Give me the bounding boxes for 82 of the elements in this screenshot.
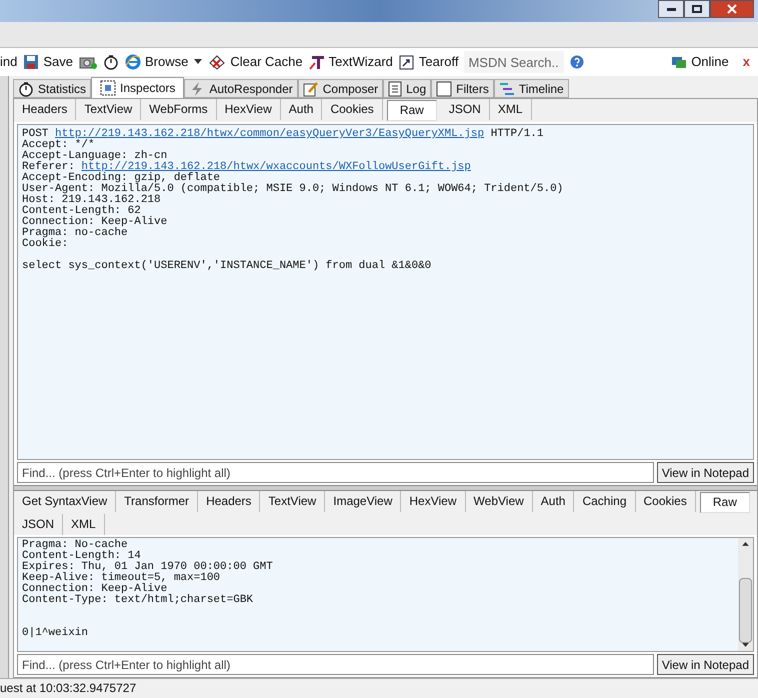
- minimize-button[interactable]: [658, 0, 684, 18]
- help-icon[interactable]: [570, 55, 584, 69]
- tab[interactable]: Cookies: [322, 99, 383, 120]
- tab[interactable]: Filters: [431, 79, 494, 98]
- tab[interactable]: Cookies: [636, 491, 696, 512]
- letter-t-icon: [308, 54, 325, 70]
- caret-icon[interactable]: [194, 59, 202, 65]
- tab[interactable]: HexView: [216, 99, 281, 120]
- tab[interactable]: HexView: [401, 491, 466, 512]
- text-line: Accept: */*: [22, 140, 95, 151]
- tab[interactable]: XML: [63, 514, 105, 535]
- grid-icon: [100, 80, 116, 96]
- text-line: Accept-Encoding: gzip, deflate: [22, 173, 220, 184]
- tab[interactable]: Transformer: [116, 491, 198, 512]
- tab[interactable]: Raw: [386, 100, 437, 121]
- find-field[interactable]: Find... (press Ctrl+Enter to highlight all): [17, 462, 654, 483]
- computer-icon: [671, 54, 688, 70]
- request-text-area[interactable]: [17, 124, 754, 460]
- tab[interactable]: Raw: [700, 492, 750, 513]
- search-field[interactable]: MSDN Search...: [464, 51, 564, 73]
- text-line: Accept-Language: zh-cn: [22, 151, 168, 162]
- tab[interactable]: JSON: [440, 99, 490, 120]
- url-link[interactable]: http://219.143.162.218/htwx/common/easyQueryVer3/EasyQueryXML.jsp: [55, 129, 484, 140]
- tab[interactable]: Caching: [574, 491, 636, 512]
- tab[interactable]: TextView: [76, 99, 142, 120]
- tab[interactable]: Headers: [198, 491, 260, 512]
- tab[interactable]: Headers: [14, 99, 76, 120]
- view-in-notepad-button[interactable]: View in Notepad: [656, 654, 754, 675]
- text-line: select sys_context('USERENV','INSTANCE_NAME') from dual &1&0&0: [22, 261, 432, 272]
- close-button[interactable]: x: [742, 52, 750, 72]
- timeline-bars-icon: [498, 80, 515, 96]
- text-line: Pragma: No-cache: [22, 540, 128, 551]
- close-button[interactable]: [710, 0, 754, 18]
- toolbar-button[interactable]: Clear Cache: [208, 52, 303, 72]
- tab[interactable]: Auth: [280, 99, 322, 120]
- tab[interactable]: Auth: [532, 491, 574, 512]
- tab[interactable]: Statistics: [13, 79, 92, 98]
- text-line: 0|1^weixin: [22, 628, 90, 639]
- tab[interactable]: TextView: [260, 491, 326, 512]
- tab[interactable]: Timeline: [494, 79, 569, 98]
- toolbar-button[interactable]: Tearoff: [398, 52, 458, 72]
- text-line: POST: [22, 129, 48, 140]
- tab[interactable]: Inspectors: [91, 77, 184, 98]
- scroll-up-icon[interactable]: [742, 542, 749, 546]
- text-line: Keep-Alive: timeout=5, max=100: [22, 573, 222, 584]
- tab[interactable]: JSON: [14, 514, 64, 535]
- text-line: Referer:: [22, 162, 75, 173]
- text-line: Content-Length: 14: [22, 551, 141, 562]
- text-line: HTTP/1.1: [490, 129, 544, 140]
- text-line: Content-Length: 62: [22, 206, 141, 217]
- tab[interactable]: Composer: [298, 79, 384, 98]
- stopwatch-icon[interactable]: [103, 54, 119, 70]
- browser-e-icon: [125, 54, 141, 70]
- text-line: Connection: Keep-Alive: [22, 217, 168, 228]
- text-line: User-Agent: Mozilla/5.0 (compatible; MSIE 9.0; Windows NT 6.1; WOW64; Trident/5.0): [22, 184, 564, 195]
- url-link[interactable]: http://219.143.162.218/htwx/wxaccounts/WXFollowUserGift.jsp: [81, 162, 471, 173]
- eraser-cross-icon: [208, 54, 226, 70]
- view-in-notepad-button[interactable]: View in Notepad: [656, 462, 754, 483]
- text-line: Pragma: no-cache: [22, 228, 129, 239]
- toolbar-button[interactable]: Browse: [125, 52, 188, 72]
- stopwatch-icon[interactable]: [18, 80, 34, 96]
- text-line: Cookie:: [22, 239, 70, 250]
- text-line: Expires: Thu, 01 Jan 1970 00:00:00 GMT: [22, 562, 274, 573]
- scrollbar[interactable]: [738, 538, 753, 651]
- find-field[interactable]: Find... (press Ctrl+Enter to highlight all): [17, 654, 654, 675]
- toolbar-label[interactable]: ind: [0, 52, 18, 72]
- response-text-area[interactable]: Pragma: No-cache Content-Length: 14 Expires: Thu, 01 Jan 1970 00:00:00 GMT Keep-Alive: timeout=5, max=100 Connection: Keep-Alive Content-Type: text/html;charset=GBK 0|1^weixin: [18, 538, 738, 651]
- tab[interactable]: WebForms: [141, 99, 217, 120]
- tab[interactable]: XML: [490, 99, 532, 120]
- text-line: Host: 219.143.162.218: [22, 195, 162, 206]
- tab[interactable]: ImageView: [325, 491, 402, 512]
- online-button[interactable]: Online: [671, 52, 729, 72]
- tab[interactable]: AutoResponder: [184, 79, 298, 98]
- close-icon: [727, 4, 737, 14]
- tab[interactable]: Get SyntaxView: [14, 491, 116, 512]
- toolbar-button[interactable]: TextWizard: [308, 52, 393, 72]
- tab[interactable]: WebView: [466, 491, 533, 512]
- maximize-button[interactable]: [684, 0, 710, 18]
- text-line: Connection: Keep-Alive: [22, 584, 168, 595]
- tab[interactable]: Log: [383, 79, 432, 98]
- toolbar-button[interactable]: Save: [23, 52, 73, 72]
- text-line: Content-Type: text/html;charset=GBK: [22, 595, 254, 606]
